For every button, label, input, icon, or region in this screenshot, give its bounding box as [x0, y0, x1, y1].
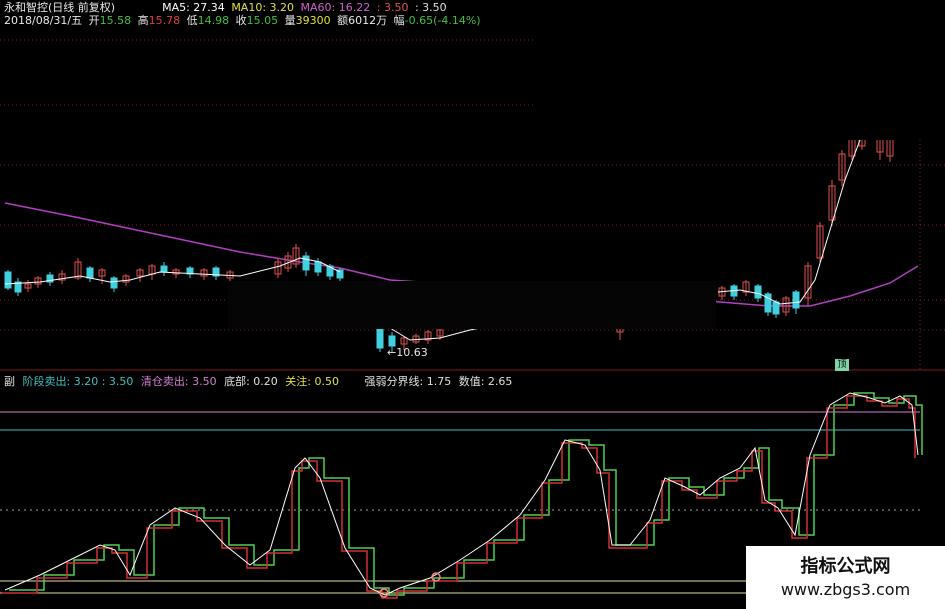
candle-body	[160, 265, 168, 273]
focus-value: 关注: 0.50	[285, 375, 339, 388]
redaction-block-top-right	[535, 0, 945, 140]
close-value: 15.05	[246, 14, 279, 27]
redaction-block-middle	[228, 281, 716, 329]
candle-body	[772, 301, 780, 315]
low-label: 低	[186, 14, 198, 27]
watermark-logo: 指标公式网 www.zbgs3.com	[746, 546, 945, 609]
indicator-prefix: 副	[4, 375, 15, 388]
candle-body	[376, 327, 384, 349]
watermark-url: www.zbgs3.com	[780, 580, 911, 599]
volume-label: 量	[284, 14, 296, 27]
candle-body	[110, 277, 118, 289]
price-low-annotation: ←10.63	[387, 346, 428, 359]
chart-header-line2: 2018/08/31/五 开15.58 高15.78 低14.98 收15.05…	[4, 14, 484, 27]
high-label: 高	[137, 14, 149, 27]
high-value: 15.78	[148, 14, 181, 27]
stock-chart-window: 永和智控(日线 前复权) MA5: 27.34 MA10: 3.20 MA60:…	[0, 0, 945, 609]
close-label: 收	[235, 14, 247, 27]
candle-body	[792, 291, 800, 309]
change-value: -0.65(-4.14%)	[404, 14, 481, 27]
ma5-value: MA5: 27.34	[162, 1, 225, 14]
candle-body	[314, 261, 322, 273]
price-low-value: 10.63	[396, 346, 428, 359]
bottom-value: 底部: 0.20	[224, 375, 278, 388]
amount-label: 额	[337, 14, 349, 27]
amount-value: 6012万	[348, 14, 388, 27]
watermark-title: 指标公式网	[800, 556, 891, 577]
candle-body	[388, 335, 396, 347]
candle-body	[754, 285, 762, 299]
stage-sell-value: 阶段卖出: 3.20 : 3.50	[22, 375, 134, 388]
extra-value-2: : 3.50	[414, 1, 447, 14]
chart-header-line1: 永和智控(日线 前复权) MA5: 27.34 MA10: 3.20 MA60:…	[4, 1, 450, 14]
ma10-value: MA10: 3.20	[231, 1, 295, 14]
candle-body	[86, 267, 94, 279]
candle-body	[4, 271, 12, 289]
candle-body	[302, 255, 310, 271]
extra-value-1: : 3.50	[376, 1, 409, 14]
change-label: 幅	[393, 14, 405, 27]
volume-value: 39300	[295, 14, 331, 27]
ma5-line-right	[717, 119, 871, 305]
clear-sell-value: 清仓卖出: 3.50	[140, 375, 217, 388]
stock-name-masked	[121, 2, 156, 14]
date-label: 2018/08/31/五	[4, 14, 83, 27]
low-value: 14.98	[197, 14, 230, 27]
indicator-value: 数值: 2.65	[458, 375, 513, 388]
indicator-legend-bar: 副 阶段卖出: 3.20 : 3.50 清仓卖出: 3.50 底部: 0.20 …	[4, 373, 516, 389]
top-signal-badge: 顶	[835, 359, 849, 371]
open-value: 15.58	[99, 14, 132, 27]
strength-line-value: 强弱分界线: 1.75	[364, 375, 452, 388]
open-label: 开	[88, 14, 100, 27]
stock-title: 永和智控(日线 前复权)	[4, 1, 116, 14]
ma60-value: MA60: 16.22	[300, 1, 371, 14]
